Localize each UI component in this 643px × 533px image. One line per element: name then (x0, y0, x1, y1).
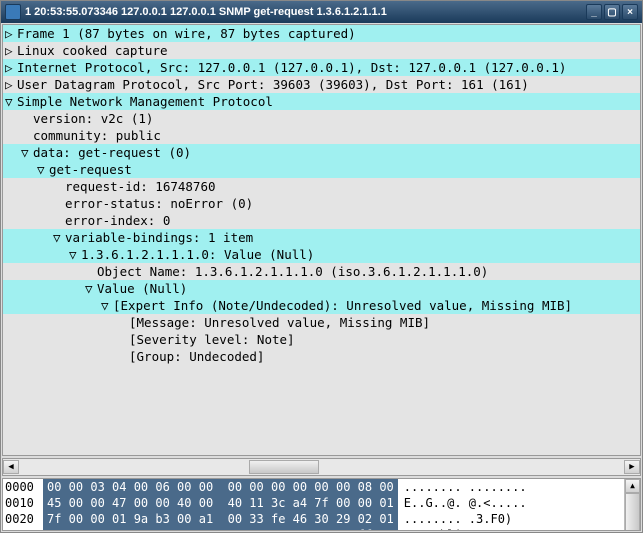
tree-row[interactable]: ▷Frame 1 (87 bytes on wire, 87 bytes cap… (3, 25, 640, 42)
tree-spacer (85, 263, 97, 280)
hex-offset: 0030 (3, 527, 43, 530)
expand-icon[interactable]: ▷ (5, 25, 17, 42)
window-buttons: _ ▢ × (586, 4, 638, 20)
tree-label: Simple Network Management Protocol (17, 93, 273, 110)
tree-label: version: v2c (1) (33, 110, 153, 127)
hex-row[interactable]: 00207f 00 00 01 9a b3 00 a1 00 33 fe 46 … (3, 511, 624, 527)
hex-bytes: 45 00 00 47 00 00 40 00 40 11 3c a4 7f 0… (43, 495, 398, 511)
tree-row[interactable]: ▽Value (Null) (3, 280, 640, 297)
collapse-icon[interactable]: ▽ (101, 297, 113, 314)
hex-ascii: ...publi c....... (398, 527, 533, 530)
tree-label: Linux cooked capture (17, 42, 168, 59)
tree-label: error-index: 0 (65, 212, 170, 229)
tree-label: Internet Protocol, Src: 127.0.0.1 (127.0… (17, 59, 566, 76)
collapse-icon[interactable]: ▽ (69, 246, 81, 263)
hex-row[interactable]: 003001 04 06 70 75 62 6c 69 63 a0 1c 02 … (3, 527, 624, 530)
tree-label: variable-bindings: 1 item (65, 229, 253, 246)
expand-icon[interactable]: ▷ (5, 76, 17, 93)
tree-row[interactable]: ▷Internet Protocol, Src: 127.0.0.1 (127.… (3, 59, 640, 76)
tree-label: [Expert Info (Note/Undecoded): Unresolve… (113, 297, 572, 314)
tree-label: [Message: Unresolved value, Missing MIB] (129, 314, 430, 331)
scroll-right-button[interactable]: ▶ (624, 460, 640, 474)
tree-row[interactable]: error-status: noError (0) (3, 195, 640, 212)
tree-row[interactable]: community: public (3, 127, 640, 144)
tree-label: [Severity level: Note] (129, 331, 295, 348)
tree-spacer (117, 348, 129, 365)
tree-spacer (53, 195, 65, 212)
hex-row[interactable]: 000000 00 03 04 00 06 00 00 00 00 00 00 … (3, 479, 624, 495)
tree-label: get-request (49, 161, 132, 178)
expand-icon[interactable]: ▷ (5, 42, 17, 59)
tree-row[interactable]: [Group: Undecoded] (3, 348, 640, 365)
tree-label: User Datagram Protocol, Src Port: 39603 … (17, 76, 529, 93)
hex-bytes: 01 04 06 70 75 62 6c 69 63 a0 1c 02 04 0… (43, 527, 398, 530)
tree-row[interactable]: ▽Simple Network Management Protocol (3, 93, 640, 110)
tree-row[interactable]: request-id: 16748760 (3, 178, 640, 195)
window-title: 1 20:53:55.073346 127.0.0.1 127.0.0.1 SN… (25, 6, 586, 18)
packet-details-panel[interactable]: ▷Frame 1 (87 bytes on wire, 87 bytes cap… (2, 24, 641, 456)
collapse-icon[interactable]: ▽ (37, 161, 49, 178)
vscroll-track[interactable] (625, 493, 640, 516)
hex-ascii: ........ ........ (398, 479, 533, 495)
hex-ascii: ........ .3.F0) (398, 511, 518, 527)
tree-spacer (21, 127, 33, 144)
tree-row[interactable]: ▽data: get-request (0) (3, 144, 640, 161)
scroll-left-button[interactable]: ◀ (3, 460, 19, 474)
title-bar: 1 20:53:55.073346 127.0.0.1 127.0.0.1 SN… (1, 1, 642, 23)
tree-spacer (117, 314, 129, 331)
tree-row[interactable]: ▽variable-bindings: 1 item (3, 229, 640, 246)
scroll-thumb[interactable] (249, 460, 319, 474)
tree-row[interactable]: ▽[Expert Info (Note/Undecoded): Unresolv… (3, 297, 640, 314)
tree-spacer (53, 212, 65, 229)
collapse-icon[interactable]: ▽ (85, 280, 97, 297)
hex-row[interactable]: 001045 00 00 47 00 00 40 00 40 11 3c a4 … (3, 495, 624, 511)
hex-offset: 0000 (3, 479, 43, 495)
tree-label: Object Name: 1.3.6.1.2.1.1.1.0 (iso.3.6.… (97, 263, 488, 280)
tree-row[interactable]: ▷Linux cooked capture (3, 42, 640, 59)
tree-label: 1.3.6.1.2.1.1.1.0: Value (Null) (81, 246, 314, 263)
hex-bytes: 7f 00 00 01 9a b3 00 a1 00 33 fe 46 30 2… (43, 511, 398, 527)
hex-dump-panel[interactable]: 000000 00 03 04 00 06 00 00 00 00 00 00 … (2, 478, 641, 531)
tree-row[interactable]: [Severity level: Note] (3, 331, 640, 348)
scroll-track[interactable] (19, 460, 624, 474)
expand-icon[interactable]: ▷ (5, 59, 17, 76)
hex-offset: 0020 (3, 511, 43, 527)
tree-row[interactable]: ▷User Datagram Protocol, Src Port: 39603… (3, 76, 640, 93)
collapse-icon[interactable]: ▽ (53, 229, 65, 246)
tree-row[interactable]: ▽get-request (3, 161, 640, 178)
collapse-icon[interactable]: ▽ (21, 144, 33, 161)
maximize-button[interactable]: ▢ (604, 4, 620, 20)
tree-label: data: get-request (0) (33, 144, 191, 161)
tree-label: Value (Null) (97, 280, 187, 297)
tree-row[interactable]: version: v2c (1) (3, 110, 640, 127)
close-button[interactable]: × (622, 4, 638, 20)
minimize-button[interactable]: _ (586, 4, 602, 20)
app-icon (5, 4, 21, 20)
tree-spacer (53, 178, 65, 195)
tree-row[interactable]: ▽1.3.6.1.2.1.1.1.0: Value (Null) (3, 246, 640, 263)
tree-label: error-status: noError (0) (65, 195, 253, 212)
vertical-scrollbar[interactable]: ▲ ▼ (624, 479, 640, 530)
hex-offset: 0010 (3, 495, 43, 511)
horizontal-scrollbar[interactable]: ◀ ▶ (2, 458, 641, 476)
tree-row[interactable]: error-index: 0 (3, 212, 640, 229)
tree-label: Frame 1 (87 bytes on wire, 87 bytes capt… (17, 25, 356, 42)
collapse-icon[interactable]: ▽ (5, 93, 17, 110)
tree-label: [Group: Undecoded] (129, 348, 264, 365)
tree-label: community: public (33, 127, 161, 144)
tree-label: request-id: 16748760 (65, 178, 216, 195)
scroll-up-button[interactable]: ▲ (625, 479, 640, 493)
hex-bytes: 00 00 03 04 00 06 00 00 00 00 00 00 00 0… (43, 479, 398, 495)
tree-spacer (21, 110, 33, 127)
tree-row[interactable]: Object Name: 1.3.6.1.2.1.1.1.0 (iso.3.6.… (3, 263, 640, 280)
tree-spacer (117, 331, 129, 348)
tree-row[interactable]: [Message: Unresolved value, Missing MIB] (3, 314, 640, 331)
hex-ascii: E..G..@. @.<..... (398, 495, 533, 511)
vscroll-thumb[interactable] (625, 493, 640, 531)
hex-dump-body: 000000 00 03 04 00 06 00 00 00 00 00 00 … (3, 479, 624, 530)
